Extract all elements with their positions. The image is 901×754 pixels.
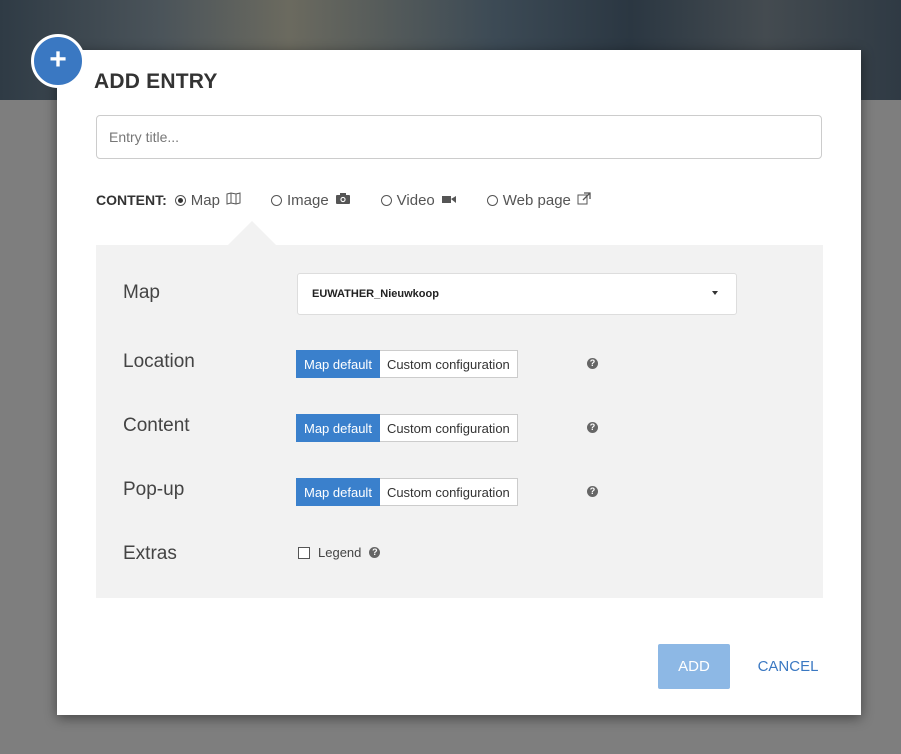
content-option-webpage[interactable]: Web page — [486, 191, 591, 209]
caret-down-icon — [712, 291, 718, 295]
content-option-label: Map — [190, 191, 220, 209]
location-toggle: Map default Custom configuration — [296, 350, 518, 378]
content-settings-label: Content — [123, 415, 190, 436]
add-entry-plus-icon: + — [31, 34, 85, 88]
location-help-icon[interactable]: ? — [587, 358, 598, 369]
radio-map[interactable] — [174, 194, 186, 206]
add-button[interactable]: ADD — [658, 644, 730, 689]
content-toggle: Map default Custom configuration — [296, 414, 518, 442]
legend-checkbox[interactable] — [298, 546, 310, 559]
content-option-map[interactable]: Map — [174, 191, 241, 209]
dialog-title: ADD ENTRY — [94, 70, 218, 93]
content-help-icon[interactable]: ? — [587, 422, 598, 433]
content-custom-config-button[interactable]: Custom configuration — [379, 414, 518, 442]
camera-icon — [335, 192, 351, 208]
content-option-label: Video — [396, 191, 435, 209]
video-icon — [441, 192, 457, 208]
map-label: Map — [123, 282, 160, 303]
content-map-default-button[interactable]: Map default — [296, 414, 380, 442]
map-settings-panel: Map EUWATHER_Nieuwkoop Location Map defa… — [96, 245, 823, 598]
location-label: Location — [123, 351, 195, 372]
map-icon — [226, 192, 241, 208]
popup-custom-config-button[interactable]: Custom configuration — [379, 478, 518, 506]
popup-label: Pop-up — [123, 479, 185, 500]
content-type-selector: CONTENT: Map Image Video Web page — [96, 188, 621, 212]
cancel-button[interactable]: CANCEL — [748, 644, 828, 689]
popup-help-icon[interactable]: ? — [587, 486, 598, 497]
radio-video[interactable] — [380, 194, 392, 206]
map-select[interactable]: EUWATHER_Nieuwkoop — [297, 273, 737, 315]
content-option-video[interactable]: Video — [380, 191, 457, 209]
popup-toggle: Map default Custom configuration — [296, 478, 518, 506]
external-link-icon — [577, 192, 591, 208]
legend-help-icon[interactable]: ? — [369, 547, 381, 558]
popup-map-default-button[interactable]: Map default — [296, 478, 380, 506]
radio-webpage[interactable] — [486, 194, 498, 206]
entry-title-input[interactable] — [96, 115, 822, 159]
content-label: CONTENT: — [96, 192, 167, 208]
add-entry-dialog: ADD ENTRY CONTENT: Map Image Video — [57, 50, 861, 715]
content-option-image[interactable]: Image — [270, 191, 351, 209]
content-option-label: Image — [286, 191, 329, 209]
legend-option[interactable]: Legend ? — [298, 545, 381, 560]
content-option-label: Web page — [502, 191, 571, 209]
radio-image[interactable] — [270, 194, 282, 206]
extras-label: Extras — [123, 543, 177, 564]
location-map-default-button[interactable]: Map default — [296, 350, 380, 378]
panel-pointer — [228, 221, 276, 245]
map-select-value: EUWATHER_Nieuwkoop — [312, 288, 439, 300]
location-custom-config-button[interactable]: Custom configuration — [379, 350, 518, 378]
legend-label: Legend — [318, 545, 362, 560]
